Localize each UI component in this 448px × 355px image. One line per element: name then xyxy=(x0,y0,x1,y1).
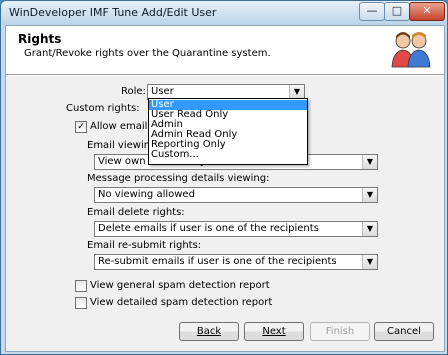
email-delete-label: Email delete rights: xyxy=(87,207,185,218)
maximize-button[interactable]: □ xyxy=(384,2,410,21)
title-bar[interactable]: WinDeveloper IMF Tune Add/Edit User — □ … xyxy=(1,1,447,25)
msg-processing-label: Message processing details viewing: xyxy=(87,173,270,184)
next-button[interactable]: Next xyxy=(244,322,304,341)
dialog-client: Rights Grant/Revoke rights over the Quar… xyxy=(5,25,445,352)
cancel-button-label: Cancel xyxy=(387,326,421,337)
window-title: WinDeveloper IMF Tune Add/Edit User xyxy=(9,6,217,19)
page-title: Rights xyxy=(18,32,62,46)
email-resubmit-label: Email re-submit rights: xyxy=(87,240,202,251)
header-divider xyxy=(6,75,444,76)
users-icon xyxy=(391,32,431,68)
detailed-spam-label: View detailed spam detection report xyxy=(90,297,273,308)
email-delete-combo[interactable]: Delete emails if user is one of the reci… xyxy=(94,221,378,237)
custom-rights-label: Custom rights: xyxy=(66,103,140,114)
back-button-label: Back xyxy=(196,326,222,337)
role-dropdown-list[interactable]: User User Read Only Admin Admin Read Onl… xyxy=(148,98,308,165)
chevron-down-icon[interactable]: ▼ xyxy=(362,188,377,202)
next-button-label: Next xyxy=(262,326,286,337)
detailed-spam-checkbox[interactable] xyxy=(75,297,87,309)
back-button[interactable]: Back xyxy=(179,322,239,341)
minimize-button[interactable]: — xyxy=(359,2,385,21)
wizard-header: Rights Grant/Revoke rights over the Quar… xyxy=(6,26,444,75)
finish-button[interactable]: Finish xyxy=(310,322,370,341)
finish-button-label: Finish xyxy=(325,326,355,337)
general-spam-label: View general spam detection report xyxy=(90,280,270,291)
email-resubmit-combo[interactable]: Re-submit emails if user is one of the r… xyxy=(94,254,378,270)
cancel-button[interactable]: Cancel xyxy=(374,322,434,341)
role-value: User xyxy=(151,86,174,97)
chevron-down-icon[interactable]: ▼ xyxy=(362,155,377,169)
dialog-window: WinDeveloper IMF Tune Add/Edit User — □ … xyxy=(0,0,448,355)
general-spam-checkbox[interactable] xyxy=(75,280,87,292)
chevron-down-icon[interactable]: ▼ xyxy=(289,85,304,99)
email-delete-value: Delete emails if user is one of the reci… xyxy=(98,223,319,234)
page-subtitle: Grant/Revoke rights over the Quarantine … xyxy=(24,48,271,59)
chevron-down-icon[interactable]: ▼ xyxy=(362,222,377,236)
chevron-down-icon[interactable]: ▼ xyxy=(362,255,377,269)
role-option[interactable]: Custom... xyxy=(149,150,307,160)
msg-processing-combo[interactable]: No viewing allowed ▼ xyxy=(94,187,378,203)
email-resubmit-value: Re-submit emails if user is one of the r… xyxy=(98,256,337,267)
allow-email-checkbox[interactable]: ✓ xyxy=(75,121,87,133)
close-button[interactable]: ✕ xyxy=(409,2,445,21)
role-label: Role: xyxy=(121,86,146,97)
msg-processing-value: No viewing allowed xyxy=(98,189,195,200)
